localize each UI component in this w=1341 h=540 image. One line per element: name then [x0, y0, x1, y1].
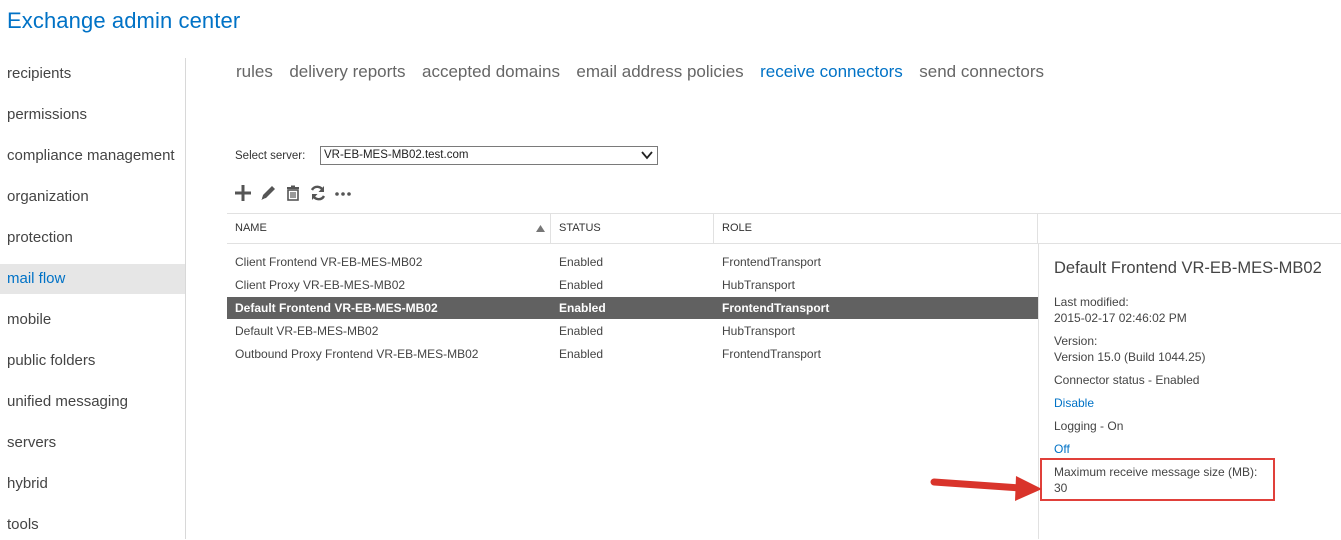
- cell-status: Enabled: [559, 324, 604, 338]
- tab-email-address-policies[interactable]: email address policies: [576, 62, 743, 82]
- table-row[interactable]: Client Frontend VR-EB-MES-MB02 Enabled F…: [227, 251, 1038, 273]
- sidebar-item-unified-messaging[interactable]: unified messaging: [0, 387, 185, 417]
- app-title: Exchange admin center: [7, 8, 241, 33]
- sidebar-item-mobile[interactable]: mobile: [0, 305, 185, 335]
- sidebar-item-hybrid[interactable]: hybrid: [0, 469, 185, 499]
- cell-name: Client Frontend VR-EB-MES-MB02: [235, 255, 423, 269]
- table-row[interactable]: Default VR-EB-MES-MB02 Enabled HubTransp…: [227, 320, 1038, 342]
- details-title: Default Frontend VR-EB-MES-MB02: [1054, 259, 1322, 277]
- sort-ascending-icon: [536, 225, 545, 232]
- annotation-highlight-box: [1040, 458, 1275, 501]
- sidebar-item-recipients[interactable]: recipients: [0, 59, 185, 89]
- sidebar-item-organization[interactable]: organization: [0, 182, 185, 212]
- cell-name: Default VR-EB-MES-MB02: [235, 324, 379, 338]
- annotation-arrow-icon: [930, 476, 1042, 501]
- sidebar-item-compliance-management[interactable]: compliance management: [0, 141, 185, 171]
- tab-send-connectors[interactable]: send connectors: [919, 62, 1044, 82]
- sidebar-item-mail-flow[interactable]: mail flow: [0, 264, 185, 294]
- column-header-role[interactable]: ROLE: [714, 214, 1037, 243]
- table-row-selected[interactable]: Default Frontend VR-EB-MES-MB02 Enabled …: [227, 297, 1038, 319]
- add-icon[interactable]: [233, 183, 253, 203]
- cell-role: FrontendTransport: [722, 255, 821, 269]
- cell-name: Client Proxy VR-EB-MES-MB02: [235, 278, 406, 292]
- cell-role: HubTransport: [722, 324, 795, 338]
- cell-role: FrontendTransport: [722, 301, 830, 315]
- cell-name: Outbound Proxy Frontend VR-EB-MES-MB02: [235, 347, 479, 361]
- column-header-name[interactable]: NAME: [227, 214, 550, 243]
- edit-icon[interactable]: [258, 183, 278, 203]
- cell-status: Enabled: [559, 347, 604, 361]
- cell-role: FrontendTransport: [722, 347, 821, 361]
- logging-status: Logging - On: [1054, 419, 1124, 433]
- sidebar-item-public-folders[interactable]: public folders: [0, 346, 185, 376]
- version-value: Version 15.0 (Build 1044.25): [1054, 350, 1206, 364]
- tab-receive-connectors[interactable]: receive connectors: [760, 62, 903, 82]
- column-header-status[interactable]: STATUS: [551, 214, 713, 243]
- last-modified-label: Last modified:: [1054, 295, 1129, 309]
- tab-accepted-domains[interactable]: accepted domains: [422, 62, 560, 82]
- tab-bar: rules delivery reports accepted domains …: [236, 62, 1056, 86]
- server-select-value: VR-EB-MES-MB02.test.com: [324, 149, 469, 161]
- table-row[interactable]: Client Proxy VR-EB-MES-MB02 Enabled HubT…: [227, 274, 1038, 296]
- connector-status: Connector status - Enabled: [1054, 373, 1200, 387]
- sidebar-item-permissions[interactable]: permissions: [0, 100, 185, 130]
- chevron-down-icon: [641, 151, 653, 160]
- sidebar-item-servers[interactable]: servers: [0, 428, 185, 458]
- cell-name: Default Frontend VR-EB-MES-MB02: [235, 301, 438, 315]
- version-label: Version:: [1054, 334, 1098, 348]
- last-modified-value: 2015-02-17 02:46:02 PM: [1054, 311, 1187, 325]
- table-row[interactable]: Outbound Proxy Frontend VR-EB-MES-MB02 E…: [227, 343, 1038, 365]
- disable-link[interactable]: Disable: [1054, 396, 1094, 410]
- select-server-label: Select server:: [235, 150, 306, 162]
- cell-status: Enabled: [559, 301, 606, 315]
- more-icon[interactable]: [333, 183, 353, 203]
- server-select[interactable]: VR-EB-MES-MB02.test.com: [320, 146, 658, 165]
- column-separator: [1037, 214, 1038, 243]
- sidebar-divider: [185, 58, 186, 539]
- delete-icon[interactable]: [283, 183, 303, 203]
- refresh-icon[interactable]: [308, 183, 328, 203]
- cell-role: HubTransport: [722, 278, 795, 292]
- tab-delivery-reports[interactable]: delivery reports: [289, 62, 405, 82]
- cell-status: Enabled: [559, 278, 604, 292]
- table-header: NAME STATUS ROLE: [227, 213, 1341, 244]
- logging-off-link[interactable]: Off: [1054, 442, 1070, 456]
- sidebar-item-protection[interactable]: protection: [0, 223, 185, 253]
- cell-status: Enabled: [559, 255, 604, 269]
- column-header-name-label: NAME: [235, 222, 267, 234]
- sidebar-item-tools[interactable]: tools: [0, 510, 185, 540]
- tab-rules[interactable]: rules: [236, 62, 273, 82]
